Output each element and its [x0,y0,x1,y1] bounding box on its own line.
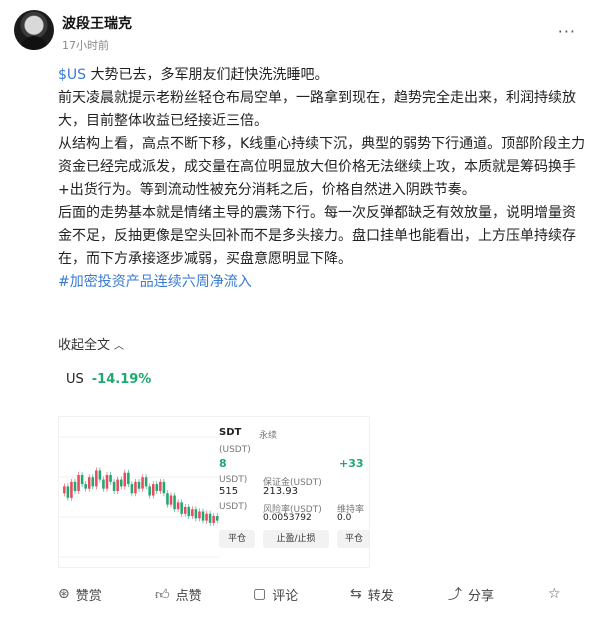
candlestick-chart [59,417,219,567]
candle [134,481,137,494]
comment-label: 评论 [272,588,299,604]
tip-label: 赞赏 [75,588,102,604]
post-header: 波段王瑞克 17小时前 ··· [14,10,584,56]
candle [80,475,84,485]
candle [66,486,70,498]
candle [148,486,151,496]
candle [109,475,112,482]
post-paragraph-2: 前天凌晨就提示老粉丝轻仓布局空单，一路拿到现在，趋势完全走出来，利润持续放大，目… [58,90,576,129]
pnl-right: +33 [339,457,364,470]
bookmark-icon: ☆ [548,586,561,602]
comment-button[interactable]: ▢ 评论 [253,585,298,604]
candle [201,511,205,521]
post-image[interactable]: SDT 永续 (USDT) 8 +33 USDT) 保证金(USDT) 515 … [58,416,370,568]
candle [162,481,166,494]
post-content: $US 大势已去，多军朋友们赶快洗洗睡吧。 前天凌晨就提示老粉丝轻仓布局空单，一… [58,64,588,294]
ticker-change: -14.19% [91,371,152,387]
repost-button[interactable]: ⇆ 转发 [350,585,394,604]
post-paragraph-3: 从结构上看，高点不断下移，K线重心持续下沉，典型的弱势下行通道。顶部阶段主力资金… [58,136,586,198]
candle [77,475,80,491]
candle [144,477,148,487]
candle [127,472,130,485]
action-bar: ⊛ 赞赏 👍︎ 点赞 ▢ 评论 ⇆ 转发 ⤴ 分享 ☆ [0,580,597,608]
value-d: 0.0053792 [263,513,312,523]
like-button[interactable]: 👍︎ 点赞 [155,585,202,604]
candle [70,481,73,498]
ticker-chip[interactable]: US -14.19% [58,364,159,394]
more-options-button[interactable]: ··· [558,22,576,41]
candle [63,486,66,494]
pnl-left: 8 [219,457,227,470]
pair-label: SDT [219,427,242,438]
candle [194,509,198,519]
share-button[interactable]: ⤴ 分享 [448,584,494,604]
candle [180,502,183,514]
label-c: USDT) [219,502,248,512]
value-e: 0.0 [337,513,352,523]
close-position-button-2: 平仓 [337,530,369,548]
candle [98,470,102,480]
candle [112,481,116,491]
chevron-up-icon: ︿ [114,341,125,352]
collapse-button[interactable]: 收起全文 ︿ [58,334,124,353]
coin-icon: ⊛ [58,586,70,602]
candle [95,470,98,487]
candle [102,479,105,489]
candle [155,484,159,491]
ticker-name: US [66,371,84,387]
candle [159,481,162,491]
candle [119,479,123,487]
candle [116,479,119,491]
candle [205,513,208,521]
bookmark-button[interactable]: ☆ [548,586,561,602]
candle [173,495,176,510]
unit-label: (USDT) [219,445,251,455]
author-name[interactable]: 波段王瑞克 [62,13,132,33]
thumbs-up-icon: 👍︎ [155,586,170,603]
post-line-1-text: 大势已去，多军朋友们赶快洗洗睡吧。 [86,67,329,83]
candle [198,511,201,519]
candle [137,481,141,489]
candle [212,516,215,523]
candle [166,493,169,505]
candle [130,484,134,494]
trade-panel: SDT 永续 (USDT) 8 +33 USDT) 保证金(USDT) 515 … [219,417,369,567]
share-icon: ⤴ [448,587,462,603]
share-label: 分享 [468,588,495,604]
candle [73,481,77,491]
pair-tag: 永续 [259,431,278,441]
candle [105,475,109,489]
candle [187,506,191,517]
value-b: 213.93 [263,486,298,497]
tip-button[interactable]: ⊛ 赞赏 [58,585,102,604]
value-a: 515 [219,486,239,497]
candle [84,484,87,489]
candle [123,472,127,487]
comment-icon: ▢ [253,586,267,602]
candle [151,484,155,496]
repost-label: 转发 [367,588,394,604]
candle [87,477,91,489]
candle [208,513,212,523]
label-a: USDT) [219,475,248,485]
candle [169,495,173,505]
post-paragraph-1: $US 大势已去，多军朋友们赶快洗洗睡吧。 [58,64,588,87]
hashtag-link[interactable]: #加密投资产品连续六周净流入 [58,274,252,290]
like-label: 点赞 [175,588,202,604]
candle [141,477,144,489]
candle [91,477,95,487]
avatar[interactable] [14,10,54,50]
post-time: 17小时前 [62,39,109,52]
tp-sl-button: 止盈/止损 [263,530,329,548]
close-position-button: 平仓 [219,530,255,548]
post-paragraph-4: 后面的走势基本就是情绪主导的震荡下行。每一次反弹都缺乏有效放量，说明增量资金不足… [58,205,576,267]
candle [191,509,194,517]
candle [183,506,187,514]
collapse-label: 收起全文 [58,338,111,353]
ticker-link[interactable]: $US [58,67,86,83]
candle [176,502,180,510]
repost-icon: ⇆ [350,586,362,602]
